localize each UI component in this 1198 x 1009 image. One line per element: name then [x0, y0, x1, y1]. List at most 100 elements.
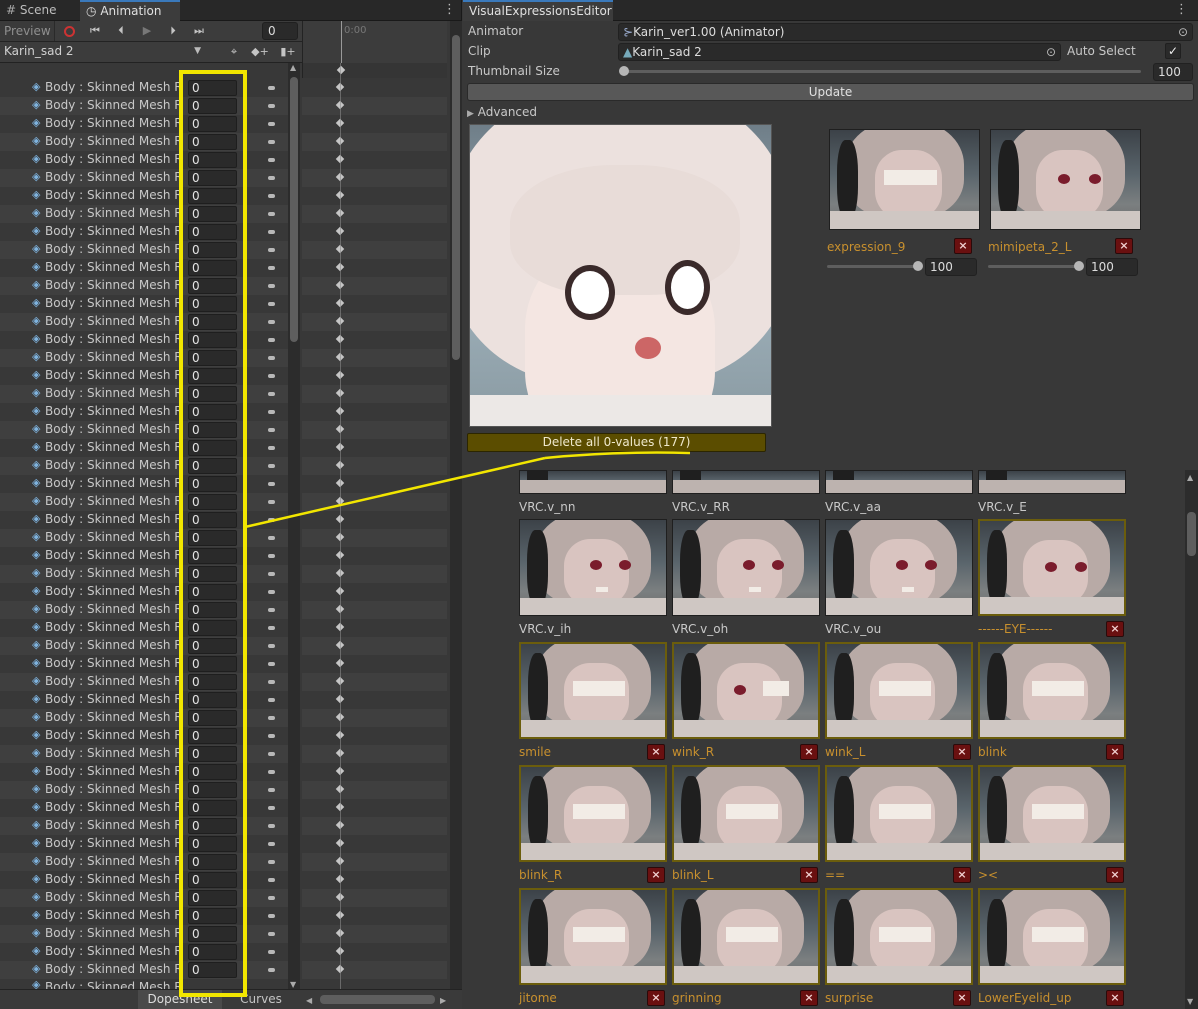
- property-row[interactable]: ◈ Body : Skinned Mesh Re 0: [0, 403, 300, 421]
- property-row[interactable]: ◈ Body : Skinned Mesh Re 0: [0, 961, 300, 979]
- property-value-field[interactable]: 0: [188, 260, 237, 276]
- delete-zero-values-button[interactable]: Delete all 0-values (177): [467, 433, 766, 452]
- property-value-field[interactable]: 0: [188, 872, 237, 888]
- editor-menu-icon[interactable]: ⋮: [1175, 2, 1188, 18]
- auto-select-checkbox[interactable]: ✓: [1165, 43, 1181, 59]
- property-row[interactable]: ◈ Body : Skinned Mesh Re 0: [0, 619, 300, 637]
- active-expression-thumbnail[interactable]: [990, 129, 1141, 230]
- keyframe-dot-icon[interactable]: [268, 734, 275, 738]
- property-value-field[interactable]: 0: [188, 242, 237, 258]
- property-value-field[interactable]: 0: [188, 494, 237, 510]
- remove-expression-icon[interactable]: ×: [647, 867, 665, 883]
- keyframe-dot-icon[interactable]: [268, 518, 275, 522]
- property-value-field[interactable]: 0: [188, 638, 237, 654]
- expression-weight-slider[interactable]: [827, 265, 915, 268]
- property-row[interactable]: ◈ Body : Skinned Mesh Re 0: [0, 871, 300, 889]
- expression-thumbnail[interactable]: [672, 888, 820, 985]
- keyframe-dot-icon[interactable]: [268, 698, 275, 702]
- property-value-field[interactable]: 0: [188, 710, 237, 726]
- property-value-field[interactable]: 0: [188, 926, 237, 942]
- grid-scrollbar[interactable]: ▲ ▼: [1185, 470, 1198, 1009]
- property-row[interactable]: ◈ Body : Skinned Mesh Re 0: [0, 529, 300, 547]
- clip-field[interactable]: ▲Karin_sad 2 ⊙: [618, 43, 1061, 61]
- property-row[interactable]: ◈ Body : Skinned Mesh Re 0: [0, 943, 300, 961]
- keyframe-dot-icon[interactable]: [268, 284, 275, 288]
- property-list-scroll-thumb[interactable]: [290, 77, 298, 342]
- expression-thumbnail[interactable]: [519, 519, 667, 616]
- add-keyframe-crosshair-button[interactable]: ⌖: [224, 42, 244, 62]
- property-row[interactable]: ◈ Body : Skinned Mesh Re 0: [0, 799, 300, 817]
- keyframe-dot-icon[interactable]: [268, 968, 275, 972]
- timeline-scrollbar[interactable]: [450, 21, 462, 989]
- keyframe-dot-icon[interactable]: [268, 464, 275, 468]
- tab-dopesheet[interactable]: Dopesheet: [138, 990, 222, 1009]
- keyframe-dot-icon[interactable]: [268, 356, 275, 360]
- keyframe-dot-icon[interactable]: [268, 446, 275, 450]
- property-row[interactable]: ◈ Body : Skinned Mesh Re 0: [0, 493, 300, 511]
- remove-expression-icon[interactable]: ×: [1106, 867, 1124, 883]
- property-row[interactable]: ◈ Body : Skinned Mesh Re 0: [0, 835, 300, 853]
- property-value-field[interactable]: 0: [188, 512, 237, 528]
- expression-weight-knob[interactable]: [913, 261, 923, 271]
- remove-expression-icon[interactable]: ×: [953, 990, 971, 1006]
- keyframe-dot-icon[interactable]: [268, 302, 275, 306]
- keyframe-dot-icon[interactable]: [268, 680, 275, 684]
- property-row-partial[interactable]: ◈ Body : Skinned Mesh Re: [0, 979, 300, 989]
- property-value-field[interactable]: 0: [188, 170, 237, 186]
- property-value-field[interactable]: 0: [188, 656, 237, 672]
- keyframe-dot-icon[interactable]: [268, 374, 275, 378]
- keyframe-dot-icon[interactable]: [268, 428, 275, 432]
- property-row[interactable]: ◈ Body : Skinned Mesh Re 0: [0, 583, 300, 601]
- expression-thumbnail-partial[interactable]: [519, 470, 667, 494]
- property-value-field[interactable]: 0: [188, 602, 237, 618]
- thumbnail-size-field[interactable]: 100: [1153, 63, 1193, 81]
- add-keyframe-button[interactable]: ◆+: [250, 42, 270, 62]
- keyframe-dot-icon[interactable]: [268, 644, 275, 648]
- update-button[interactable]: Update: [467, 83, 1194, 101]
- preview-toggle[interactable]: Preview: [0, 21, 55, 41]
- frame-field[interactable]: 0: [262, 22, 298, 40]
- first-keyframe-button[interactable]: ⏮: [84, 21, 106, 41]
- property-value-field[interactable]: 0: [188, 746, 237, 762]
- property-row[interactable]: ◈ Body : Skinned Mesh Re 0: [0, 133, 300, 151]
- keyframe-dot-icon[interactable]: [268, 122, 275, 126]
- expression-thumbnail-partial[interactable]: [978, 470, 1126, 494]
- property-value-field[interactable]: 0: [188, 332, 237, 348]
- property-row[interactable]: ◈ Body : Skinned Mesh Re 0: [0, 241, 300, 259]
- keyframe-dot-icon[interactable]: [268, 770, 275, 774]
- property-value-field[interactable]: 0: [188, 566, 237, 582]
- tab-visual-expressions-editor[interactable]: VisualExpressionsEditor: [463, 0, 613, 21]
- property-row[interactable]: ◈ Body : Skinned Mesh Re 0: [0, 169, 300, 187]
- tab-animation[interactable]: ◷ Animation: [80, 0, 180, 21]
- expression-weight-field[interactable]: 100: [1086, 258, 1138, 276]
- keyframe-dot-icon[interactable]: [268, 500, 275, 504]
- property-value-field[interactable]: 0: [188, 962, 237, 978]
- remove-expression-icon[interactable]: ×: [647, 744, 665, 760]
- keyframe-dot-icon[interactable]: [268, 878, 275, 882]
- property-row[interactable]: ◈ Body : Skinned Mesh Re 0: [0, 853, 300, 871]
- grid-scroll-down-icon[interactable]: ▼: [1187, 997, 1193, 1006]
- property-value-field[interactable]: 0: [188, 728, 237, 744]
- property-row[interactable]: ◈ Body : Skinned Mesh Re 0: [0, 475, 300, 493]
- property-value-field[interactable]: 0: [188, 530, 237, 546]
- expression-thumbnail[interactable]: [825, 642, 973, 739]
- keyframe-dot-icon[interactable]: [268, 248, 275, 252]
- keyframe-dot-icon[interactable]: [268, 896, 275, 900]
- next-keyframe-button[interactable]: ⏵: [162, 21, 184, 41]
- animator-field[interactable]: ⊱Karin_ver1.00 (Animator) ⊙: [618, 23, 1193, 41]
- property-row[interactable]: ◈ Body : Skinned Mesh Re 0: [0, 925, 300, 943]
- keyframe-dot-icon[interactable]: [268, 950, 275, 954]
- property-value-field[interactable]: 0: [188, 458, 237, 474]
- remove-expression-icon[interactable]: ×: [1106, 621, 1124, 637]
- property-value-field[interactable]: 0: [188, 476, 237, 492]
- property-row[interactable]: ◈ Body : Skinned Mesh Re 0: [0, 97, 300, 115]
- timeline-hscroll-thumb[interactable]: [320, 995, 435, 1004]
- property-value-field[interactable]: 0: [188, 224, 237, 240]
- property-value-field[interactable]: 0: [188, 278, 237, 294]
- property-value-field[interactable]: 0: [188, 386, 237, 402]
- add-event-button[interactable]: ▮+: [278, 42, 298, 62]
- remove-expression-icon[interactable]: ×: [953, 867, 971, 883]
- keyframe-dot-icon[interactable]: [268, 662, 275, 666]
- expression-thumbnail[interactable]: [519, 765, 667, 862]
- timeline-scroll-thumb[interactable]: [452, 35, 460, 360]
